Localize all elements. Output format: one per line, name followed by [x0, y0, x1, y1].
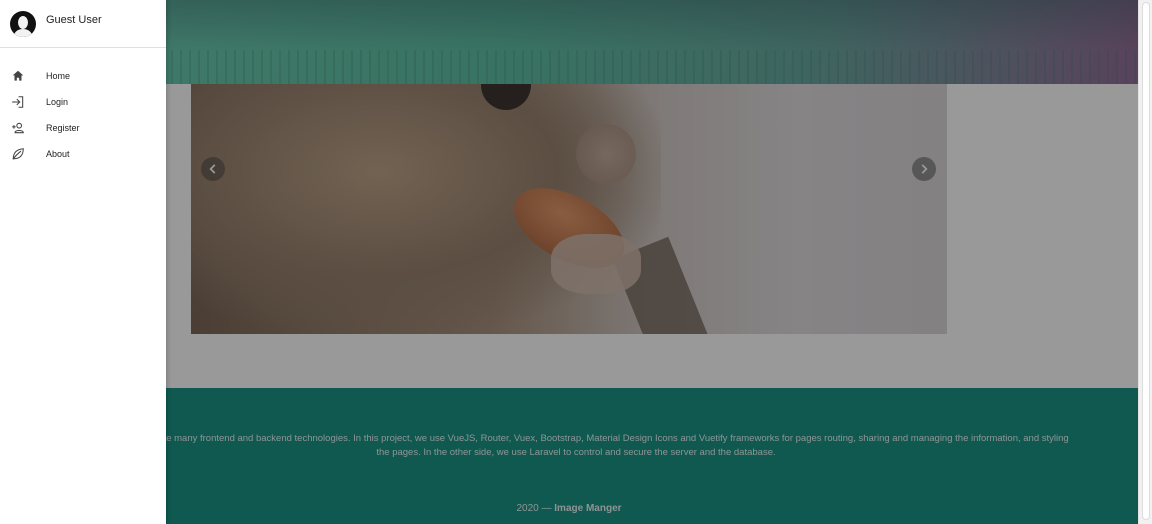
- nav-item-about[interactable]: About: [0, 141, 166, 167]
- drawer-nav-list: Home Login Register About: [0, 63, 166, 167]
- nav-item-login[interactable]: Login: [0, 89, 166, 115]
- page: ch we try to integrate many frontend and…: [0, 0, 1152, 524]
- navigation-drawer: Guest User Home Login Register About: [0, 0, 166, 524]
- account-plus-icon: [11, 121, 25, 135]
- avatar: [10, 10, 36, 37]
- nav-item-label: Register: [46, 123, 80, 133]
- avatar-body: [14, 28, 32, 37]
- nav-item-label: Login: [46, 97, 69, 107]
- page-scrollbar[interactable]: [1138, 0, 1152, 524]
- avatar-head: [18, 15, 28, 29]
- scrollbar-thumb[interactable]: [1142, 2, 1150, 520]
- leaf-icon: [11, 147, 25, 161]
- nav-item-home[interactable]: Home: [0, 63, 166, 89]
- home-icon: [11, 69, 25, 83]
- drawer-user-header: Guest User: [0, 0, 166, 48]
- nav-item-label: About: [46, 149, 70, 159]
- nav-item-register[interactable]: Register: [0, 115, 166, 141]
- drawer-overlay-scrim[interactable]: [0, 0, 1138, 524]
- nav-item-label: Home: [46, 71, 71, 81]
- user-name: Guest User: [46, 13, 102, 26]
- login-icon: [11, 95, 25, 109]
